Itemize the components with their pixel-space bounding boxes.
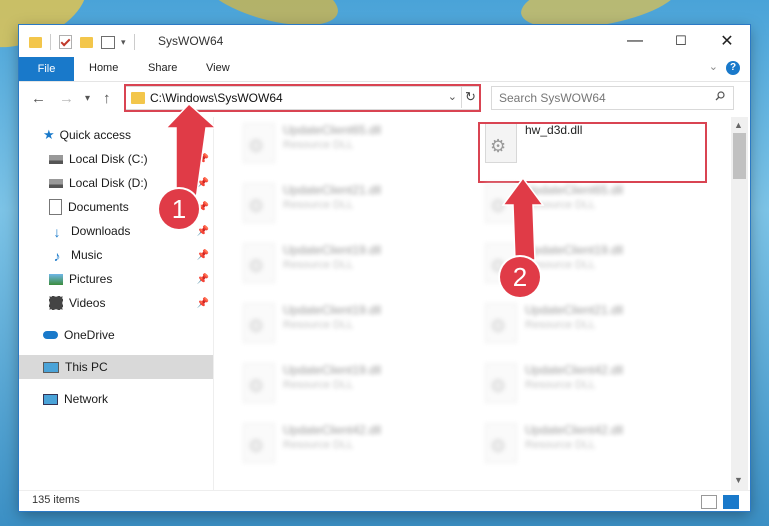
annotation-arrows: [164, 102, 545, 261]
step-marker-1: 1: [159, 189, 199, 229]
arrow-1: [164, 102, 218, 201]
arrow-2: [501, 176, 545, 261]
step-marker-2: 2: [500, 257, 540, 297]
